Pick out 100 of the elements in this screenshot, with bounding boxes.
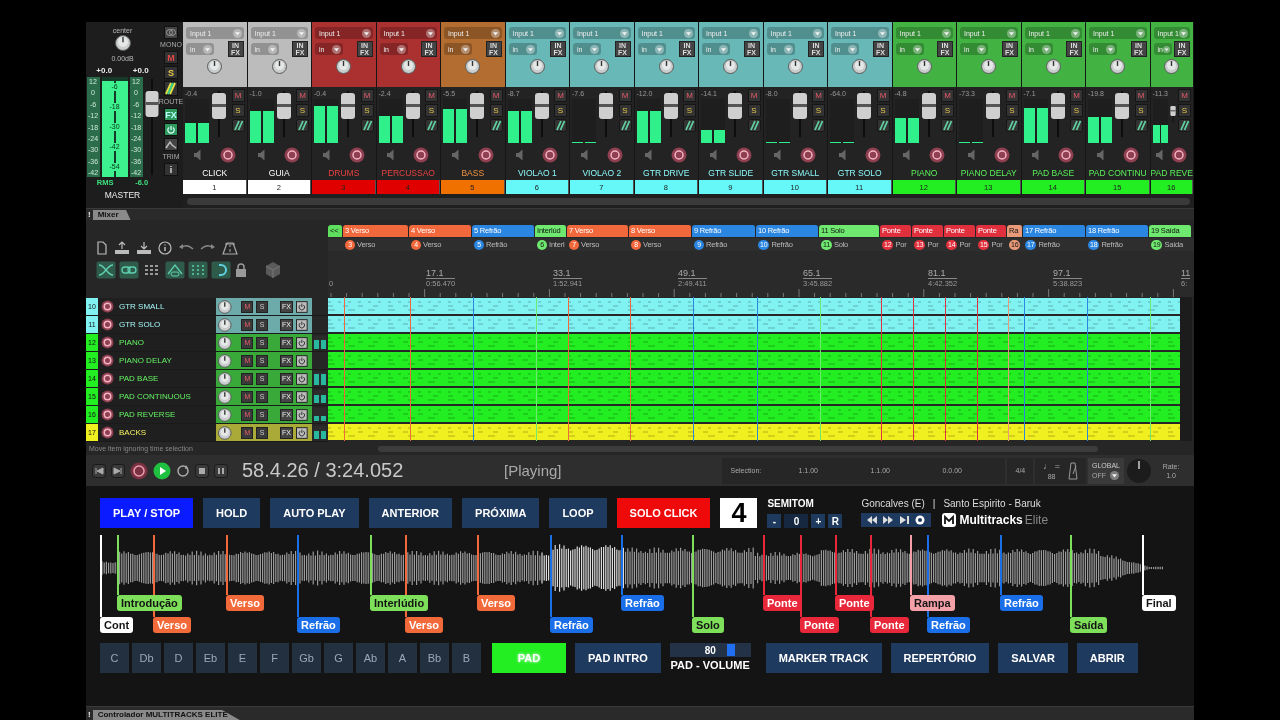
speaker-icon[interactable]	[838, 149, 847, 162]
gain-knob[interactable]	[981, 59, 997, 74]
route-icon[interactable]	[812, 119, 825, 133]
speaker-icon[interactable]	[193, 149, 202, 162]
record-arm-button[interactable]	[101, 372, 114, 385]
control-button[interactable]: ANTERIOR	[368, 498, 453, 528]
marker-label[interactable]: Cont	[100, 617, 134, 633]
gain-knob[interactable]	[207, 59, 223, 74]
minus-button[interactable]: -	[767, 514, 782, 528]
power-button[interactable]	[296, 300, 308, 313]
route-icon[interactable]	[747, 119, 761, 133]
fader[interactable]	[211, 89, 227, 140]
solo-button[interactable]: S	[1134, 104, 1148, 118]
download-icon[interactable]	[136, 241, 152, 255]
gain-knob[interactable]	[400, 59, 416, 74]
speaker-icon[interactable]	[258, 149, 267, 162]
mute-button[interactable]: M	[425, 89, 438, 103]
audio-clip[interactable]	[328, 406, 1180, 422]
audio-clip[interactable]	[328, 370, 1180, 386]
record-arm-button[interactable]	[477, 147, 494, 164]
volume-knob[interactable]	[218, 317, 232, 332]
dot-grid-icon[interactable]	[188, 261, 208, 279]
link-icon[interactable]	[119, 261, 139, 279]
speaker-icon[interactable]	[645, 149, 654, 162]
gain-knob[interactable]	[271, 59, 287, 74]
volume-knob[interactable]	[218, 353, 232, 368]
marker-label[interactable]: Refrão	[550, 617, 593, 633]
audio-clip[interactable]	[328, 424, 1180, 440]
record-button[interactable]	[130, 461, 148, 480]
volume-knob[interactable]	[218, 371, 232, 386]
solo-button[interactable]: S	[296, 104, 309, 118]
key-button[interactable]: Db	[132, 643, 161, 673]
solo-button[interactable]: S	[231, 104, 245, 118]
fader[interactable]	[533, 89, 550, 140]
speaker-icon[interactable]	[709, 149, 718, 162]
scrollbar[interactable]	[187, 197, 1190, 205]
fader[interactable]	[985, 89, 1001, 140]
solo-button[interactable]: S	[1070, 104, 1083, 118]
marker-label[interactable]: Saída	[1070, 617, 1108, 633]
power-button[interactable]	[164, 123, 178, 136]
rewind-icon[interactable]	[866, 515, 879, 525]
key-button[interactable]: A	[388, 643, 417, 673]
marker-label[interactable]: Introdução	[117, 595, 182, 611]
semitone-field[interactable]: 0	[784, 514, 809, 528]
route-icon[interactable]	[360, 119, 374, 133]
lock-icon[interactable]	[234, 262, 248, 278]
mixer-button[interactable]: M	[164, 51, 178, 64]
audio-clip[interactable]	[328, 388, 1180, 404]
key-button[interactable]: Gb	[292, 643, 321, 673]
record-arm-button[interactable]	[101, 354, 114, 367]
stereo-icon[interactable]	[164, 26, 178, 39]
marker-label[interactable]: Refrão	[297, 617, 340, 633]
stop-button[interactable]	[195, 463, 209, 478]
solo-button[interactable]: S	[683, 104, 696, 118]
play-button[interactable]	[153, 461, 171, 480]
fader[interactable]	[856, 89, 872, 140]
action-button[interactable]: REPERTÓRIO	[890, 643, 990, 673]
power-button[interactable]	[296, 354, 308, 367]
fader[interactable]	[1049, 89, 1066, 140]
record-arm-button[interactable]	[219, 147, 236, 164]
audio-clip[interactable]	[328, 316, 1180, 332]
mute-button[interactable]: M	[747, 89, 761, 103]
route-icon[interactable]	[1134, 119, 1148, 133]
route-icon[interactable]	[231, 119, 245, 133]
skip-forward-icon[interactable]	[111, 463, 125, 478]
marker-label[interactable]: Verso	[226, 595, 264, 611]
mute-button[interactable]: M	[489, 89, 503, 103]
action-button[interactable]: MARKER TRACK	[765, 643, 882, 673]
fx-button[interactable]: FX	[164, 108, 178, 121]
mute-button[interactable]: M	[1134, 89, 1148, 103]
scrollbar[interactable]	[1180, 297, 1192, 441]
record-icon[interactable]	[914, 515, 927, 525]
gain-knob[interactable]	[465, 59, 481, 74]
power-button[interactable]	[296, 336, 308, 349]
mute-button[interactable]: M	[1070, 89, 1083, 103]
marker-label[interactable]: Refrão	[1000, 595, 1043, 611]
solo-button[interactable]: S	[425, 104, 438, 118]
gain-knob[interactable]	[529, 59, 545, 74]
control-button[interactable]: AUTO PLAY	[270, 498, 359, 528]
marker-label[interactable]: Ponte	[763, 595, 802, 611]
speaker-icon[interactable]	[387, 149, 396, 162]
gain-knob[interactable]	[658, 59, 674, 74]
repeat-icon[interactable]	[176, 463, 190, 478]
speaker-icon[interactable]	[903, 149, 912, 162]
key-button[interactable]: Ab	[356, 643, 385, 673]
record-arm-button[interactable]	[101, 300, 114, 313]
trim-icon[interactable]	[164, 138, 178, 151]
gain-knob[interactable]	[336, 59, 352, 74]
mute-button[interactable]: M	[876, 89, 890, 103]
volume-knob[interactable]	[218, 407, 232, 422]
record-arm-button[interactable]	[1122, 147, 1139, 164]
action-button[interactable]: ABRIR	[1076, 643, 1138, 673]
record-arm-button[interactable]	[864, 147, 881, 164]
pad-button[interactable]: PAD INTRO	[575, 643, 661, 673]
record-arm-button[interactable]	[606, 147, 623, 164]
fast-forward-icon[interactable]	[882, 515, 895, 525]
record-arm-button[interactable]	[671, 147, 688, 164]
dock-tab[interactable]: Mixer	[92, 210, 131, 220]
speaker-icon[interactable]	[774, 149, 783, 162]
mute-button[interactable]: M	[554, 89, 567, 103]
